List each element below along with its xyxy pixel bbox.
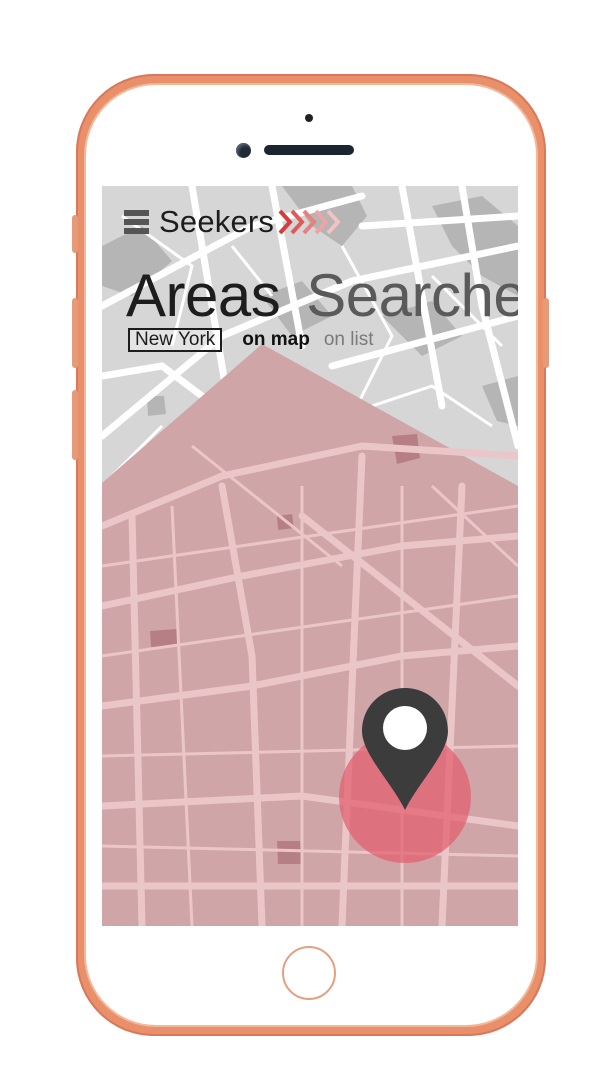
menu-icon[interactable]: [124, 210, 149, 234]
city-selector[interactable]: New York: [128, 328, 223, 352]
chevron-arrows-icon: [278, 209, 341, 235]
earpiece-speaker: [264, 145, 354, 155]
page-title: Areas Searched: [126, 264, 518, 328]
page-title-word-areas: Areas: [126, 262, 281, 329]
app-header: Seekers: [124, 204, 342, 239]
front-camera-icon: [236, 143, 251, 158]
volume-up-button: [72, 298, 78, 368]
home-button[interactable]: [282, 946, 336, 1000]
proximity-sensor: [305, 114, 313, 122]
power-button: [543, 298, 549, 368]
view-on-map-tab[interactable]: on map: [242, 329, 310, 351]
app-screen: Seekers Areas Searched New York on map on…: [102, 186, 518, 926]
view-on-list-tab[interactable]: on list: [324, 329, 374, 351]
mute-switch: [72, 215, 78, 253]
page-title-word-searched: Searched: [306, 262, 518, 329]
brand-name: Seekers: [159, 204, 275, 239]
volume-down-button: [72, 390, 78, 460]
filter-bar: New York on map on list: [128, 328, 373, 352]
map-pin-icon[interactable]: [362, 688, 448, 810]
